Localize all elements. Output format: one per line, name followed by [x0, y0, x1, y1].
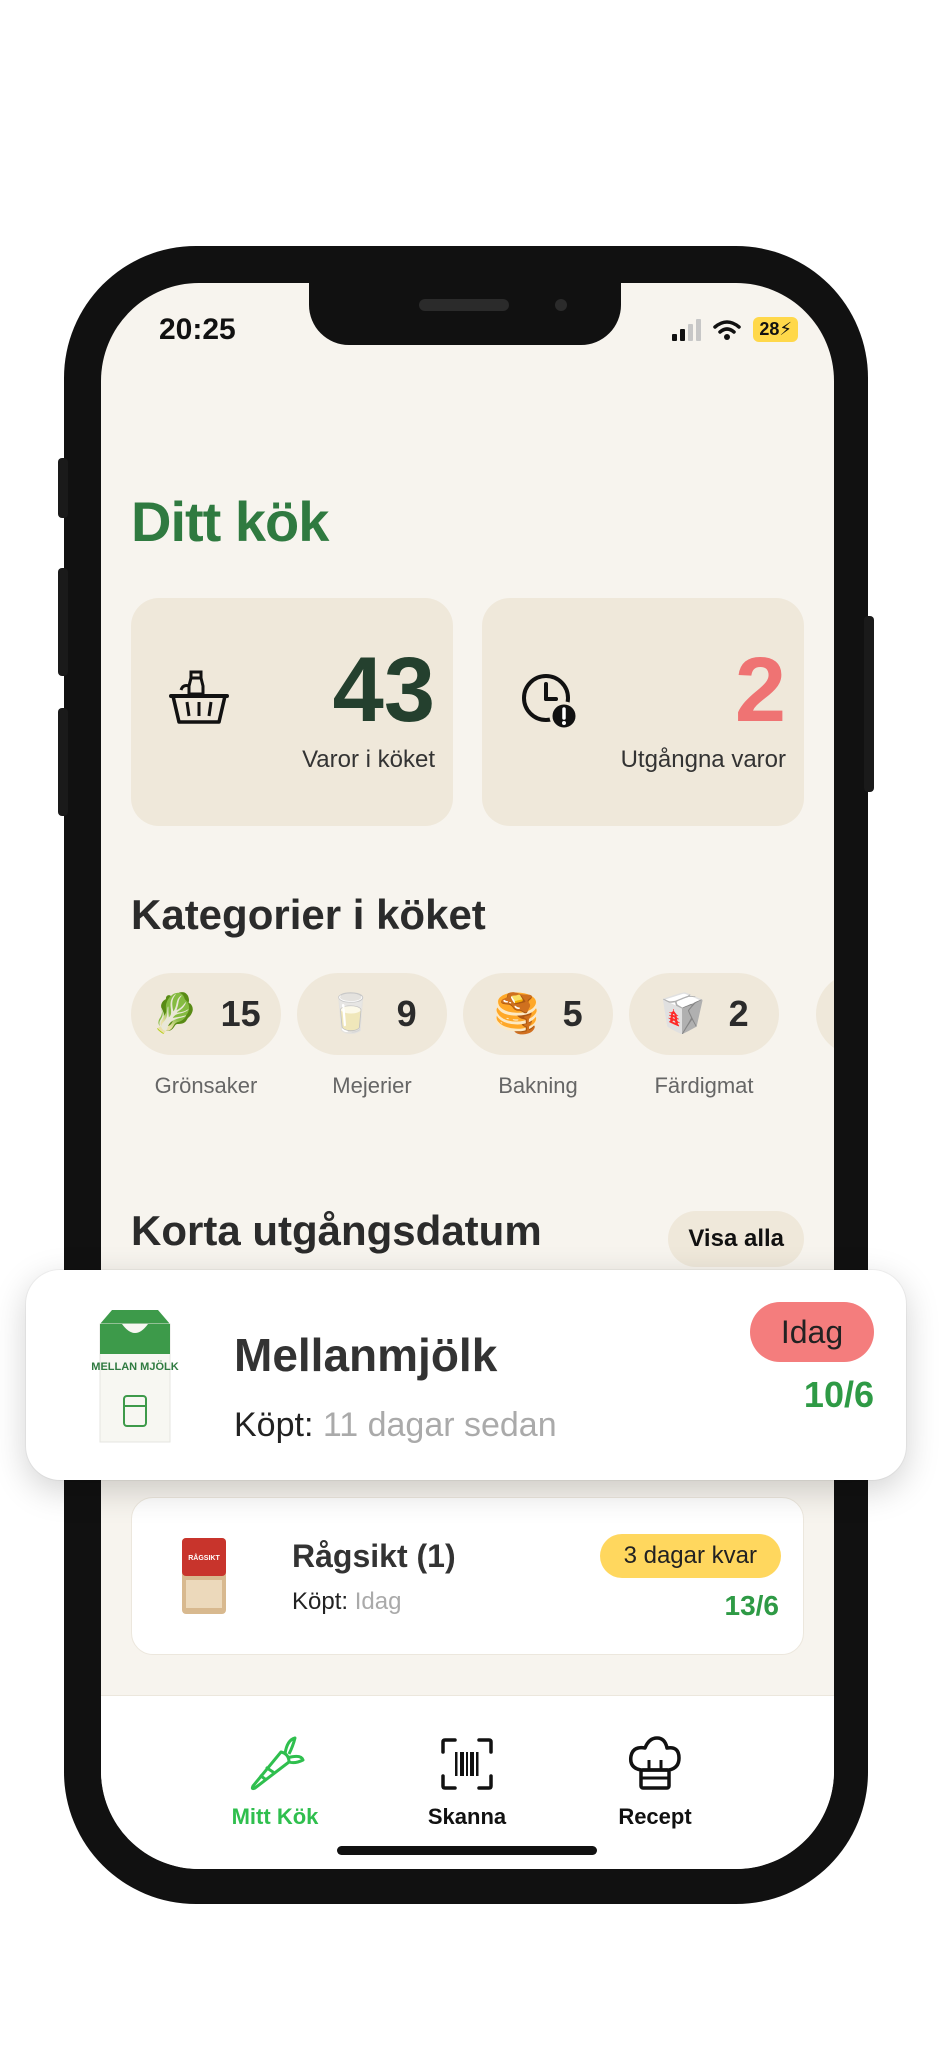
barcode-scan-icon	[441, 1738, 493, 1790]
category-next-peek[interactable]	[816, 973, 834, 1055]
categories-title: Kategorier i köket	[131, 891, 486, 938]
bottom-nav: Mitt Kök Skanna Recept	[101, 1695, 834, 1869]
front-camera	[555, 299, 567, 311]
item-bought: Köpt: 11 dagar sedan	[234, 1406, 557, 1445]
nav-item-mitt-kok[interactable]: Mitt Kök	[195, 1734, 355, 1830]
status-icons: 28⚡	[672, 317, 798, 342]
bought-label: Köpt:	[292, 1588, 349, 1615]
expired-count: 2	[734, 639, 786, 741]
status-time: 20:25	[159, 313, 236, 346]
package-label: MELLAN MJÖLK	[91, 1360, 178, 1373]
milk-glass-icon: 🥛	[327, 993, 375, 1035]
speaker-grille	[419, 299, 509, 311]
chef-hat-icon	[628, 1736, 681, 1790]
nav-label: Recept	[618, 1804, 692, 1829]
battery-level: 28	[759, 319, 780, 339]
bought-label: Köpt:	[234, 1406, 314, 1444]
battery-indicator: 28⚡	[753, 317, 798, 342]
category-count: 15	[220, 993, 261, 1034]
item-name: Mellanmjölk	[234, 1329, 498, 1381]
expiry-date: 13/6	[724, 1590, 780, 1621]
volume-up-button	[58, 568, 68, 676]
items-label: Varor i köket	[302, 746, 435, 773]
expiry-date: 10/6	[803, 1374, 874, 1415]
bought-value: Idag	[354, 1588, 402, 1615]
category-count: 5	[562, 993, 583, 1034]
bought-value: 11 dagar sedan	[322, 1406, 557, 1444]
item-name: Rågsikt (1)	[292, 1538, 456, 1574]
nav-label: Mitt Kök	[231, 1804, 319, 1829]
lettuce-icon: 🥬	[151, 993, 199, 1035]
expires-today-badge: Idag	[750, 1302, 874, 1362]
expired-label: Utgångna varor	[620, 746, 786, 773]
category-dairy[interactable]: 🥛 9 Mejerier	[297, 973, 447, 1099]
mute-switch	[58, 458, 68, 518]
days-left-badge: 3 dagar kvar	[599, 1534, 781, 1578]
notch	[309, 283, 621, 345]
item-bought: Köpt: Idag	[292, 1588, 401, 1616]
category-name: Bakning	[498, 1073, 578, 1098]
expiring-title: Korta utgångsdatum	[131, 1207, 542, 1254]
nav-label: Skanna	[427, 1804, 507, 1829]
category-pill: 🥡 2	[629, 973, 779, 1055]
category-name: Mejerier	[332, 1073, 412, 1098]
volume-down-button	[58, 708, 68, 816]
featured-item-mellanmjolk[interactable]: MELLAN MJÖLK Mellanmjölk Köpt: 11 dagar …	[26, 1270, 906, 1480]
rye-bread-package-icon: RÅGSIKT	[182, 1538, 226, 1614]
category-pill: 🥛 9	[297, 973, 447, 1055]
basket-icon	[169, 670, 229, 724]
power-button	[864, 616, 874, 792]
see-all-button[interactable]: Visa alla	[668, 1211, 804, 1267]
nav-item-skanna[interactable]: Skanna	[387, 1734, 547, 1830]
package-label: RÅGSIKT	[188, 1553, 220, 1562]
phone-screen: 20:25 28⚡ Ditt kök 43 Varor i köket 2 Ut…	[101, 283, 834, 1869]
category-count: 9	[396, 993, 417, 1034]
stat-card-expired[interactable]: 2 Utgångna varor	[482, 598, 804, 826]
category-vegetables[interactable]: 🥬 15 Grönsaker	[131, 973, 281, 1099]
milk-carton-icon: MELLAN MJÖLK	[91, 1310, 179, 1443]
list-item-ragsikt[interactable]: RÅGSIKT Rågsikt (1) Köpt: Idag 3 dagar k…	[131, 1497, 804, 1655]
cellular-signal-icon	[672, 318, 702, 341]
nav-item-recept[interactable]: Recept	[575, 1734, 735, 1830]
category-name: Färdigmat	[654, 1073, 754, 1098]
stat-card-items[interactable]: 43 Varor i köket	[131, 598, 453, 826]
page-title: Ditt kök	[131, 490, 329, 553]
category-name: Grönsaker	[154, 1073, 258, 1098]
home-indicator[interactable]	[337, 1846, 597, 1855]
takeout-box-icon: 🥡	[659, 993, 707, 1035]
carrot-icon	[250, 1736, 305, 1791]
wifi-icon	[713, 319, 742, 340]
clock-alert-icon	[522, 674, 579, 731]
category-ready-meals[interactable]: 🥡 2 Färdigmat	[629, 973, 779, 1099]
items-count: 43	[332, 639, 435, 741]
category-baking[interactable]: 🥞 5 Bakning	[463, 973, 613, 1099]
pancakes-icon: 🥞	[493, 993, 541, 1035]
category-pill: 🥞 5	[463, 973, 613, 1055]
category-pill: 🥬 15	[131, 973, 281, 1055]
category-count: 2	[728, 993, 749, 1034]
